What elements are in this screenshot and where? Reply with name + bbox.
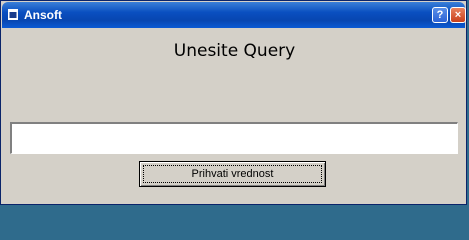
- dialog-heading: Unesite Query: [173, 41, 296, 61]
- close-icon[interactable]: ×: [450, 7, 466, 23]
- help-icon[interactable]: ?: [432, 7, 448, 23]
- window-title: Ansoft: [24, 8, 62, 22]
- title-bar[interactable]: Ansoft ? ×: [2, 2, 466, 28]
- accept-button-label: Prihvati vrednost: [143, 165, 322, 183]
- query-input[interactable]: [10, 122, 458, 154]
- accept-value-button[interactable]: Prihvati vrednost: [139, 161, 326, 187]
- app-window-icon: [8, 9, 18, 20]
- dialog-window: Ansoft ? × Unesite Query Prihvati vredno…: [0, 0, 467, 205]
